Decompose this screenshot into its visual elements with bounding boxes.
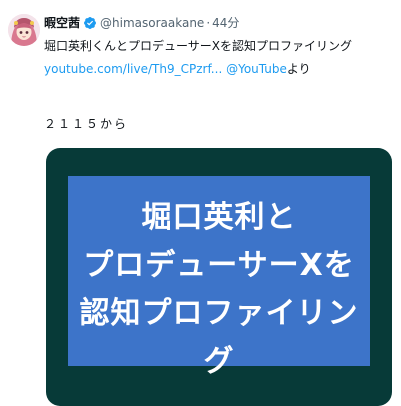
youtube-link[interactable]: youtube.com/live/Th9_CPzrf...	[44, 62, 222, 76]
timecode-text: ２１１５から	[44, 117, 129, 131]
verified-badge-icon	[83, 16, 97, 30]
tweet-text: 堀口英利くんとプロデューサーXを認知プロファイリング	[44, 39, 352, 53]
video-thumbnail: 堀口英利と プロデューサーXを 認知プロファイリング	[68, 176, 370, 379]
avatar[interactable]	[8, 14, 40, 46]
media-card[interactable]: 堀口英利と プロデューサーXを 認知プロファイリング	[46, 148, 392, 406]
link-suffix: より	[286, 62, 311, 76]
thumbnail-line-1: 堀口英利と	[141, 200, 297, 235]
post-time[interactable]: 44分	[212, 14, 239, 32]
tweet[interactable]: 暇空茜 @himasoraakane · 44分 堀口英利くんとプロデューサーX…	[0, 0, 401, 406]
tweet-header: 暇空茜 @himasoraakane · 44分	[44, 14, 239, 32]
thumbnail-title: 堀口英利と プロデューサーXを 認知プロファイリング	[68, 194, 370, 386]
link-line: youtube.com/live/Th9_CPzrf... @YouTubeより	[44, 60, 311, 78]
avatar-illustration	[8, 14, 40, 46]
thumbnail-line-2: プロデューサーXを	[83, 248, 355, 283]
display-name[interactable]: 暇空茜	[44, 14, 80, 32]
youtube-mention[interactable]: @YouTube	[226, 62, 287, 76]
separator-dot: ·	[206, 16, 211, 30]
thumbnail-line-3: 認知プロファイリング	[79, 296, 359, 379]
user-handle[interactable]: @himasoraakane	[100, 14, 204, 32]
